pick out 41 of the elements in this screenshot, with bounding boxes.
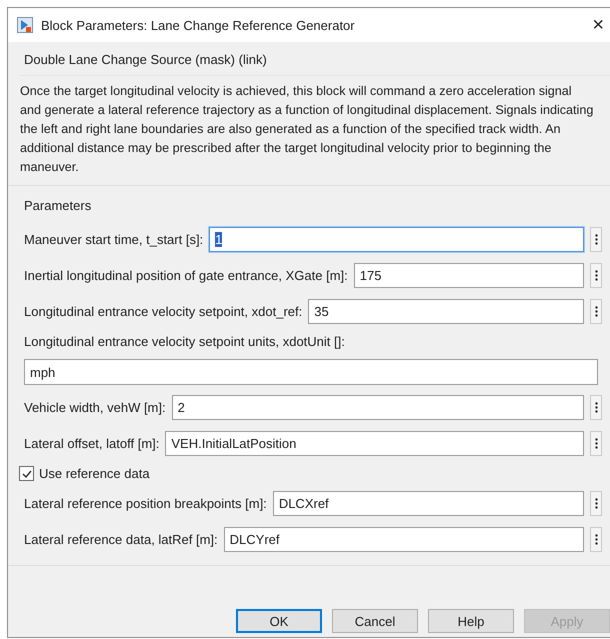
more-options-button[interactable] xyxy=(590,491,602,516)
vertical-dots-icon xyxy=(594,534,598,545)
dialog-button[interactable]: Cancel xyxy=(332,609,418,633)
vertical-dots-icon xyxy=(594,234,598,245)
checkbox[interactable] xyxy=(19,466,34,481)
parameter-label: Inertial longitudinal position of gate entrance, XGate [m]: xyxy=(24,268,348,283)
parameter-label: Lateral reference data, latRef [m]: xyxy=(24,532,218,547)
more-options-button[interactable] xyxy=(590,395,602,420)
parameter-label: Longitudinal entrance velocity setpoint, xdot_ref: xyxy=(24,304,302,319)
app-icon xyxy=(17,17,33,33)
parameter-field[interactable]: 175 xyxy=(354,263,584,288)
parameter-label: Maneuver start time, t_start [s]: xyxy=(24,232,204,247)
window-title: Block Parameters: Lane Change Reference Generator xyxy=(41,18,356,32)
dialog-button[interactable]: OK xyxy=(236,609,322,633)
parameter-field[interactable]: DLCXref xyxy=(272,491,584,516)
parameter-label: Longitudinal entrance velocity setpoint units, xdotUnit []: xyxy=(24,334,346,349)
parameter-label: Lateral reference position breakpoints [m]: xyxy=(24,496,267,511)
vertical-dots-icon xyxy=(594,438,598,449)
vertical-dots-icon xyxy=(594,306,598,317)
parameter-field[interactable]: mph xyxy=(24,359,598,385)
vertical-dots-icon xyxy=(594,498,598,509)
vertical-dots-icon xyxy=(594,402,598,413)
parameter-field[interactable]: 1 xyxy=(209,227,584,252)
more-options-button[interactable] xyxy=(590,527,602,552)
block-name: Double Lane Change Source (mask) (link) xyxy=(20,48,610,76)
block-description: Once the target longitudinal velocity is achieved, this block will command a zero acceleration signal and generate a lateral reference trajectory as a function of longitudinal displacement. Signals indicating the left and right lane boundaries are also generated as a function of the specified track width. An additional distance may be prescribed after the target longitudinal velocity prior to beginning the maneuver. xyxy=(20,83,594,176)
parameter-field[interactable]: 35 xyxy=(308,299,584,324)
more-options-button[interactable] xyxy=(590,299,602,324)
parameter-label: Lateral offset, latoff [m]: xyxy=(24,436,160,451)
parameter-label: Vehicle width, vehW [m]: xyxy=(24,400,166,415)
vertical-dots-icon xyxy=(594,270,598,281)
checkbox-label: Use reference data xyxy=(39,466,150,481)
close-button[interactable]: × xyxy=(586,14,610,36)
more-options-button[interactable] xyxy=(590,431,602,456)
parameter-field[interactable]: VEH.InitialLatPosition xyxy=(165,431,584,456)
parameter-field[interactable]: 2 xyxy=(172,395,584,420)
parameter-field[interactable]: DLCYref xyxy=(224,527,584,552)
more-options-button[interactable] xyxy=(590,227,602,252)
dialog-button[interactable]: Help xyxy=(428,609,514,633)
section-title: Parameters xyxy=(24,198,92,213)
more-options-button[interactable] xyxy=(590,263,602,288)
